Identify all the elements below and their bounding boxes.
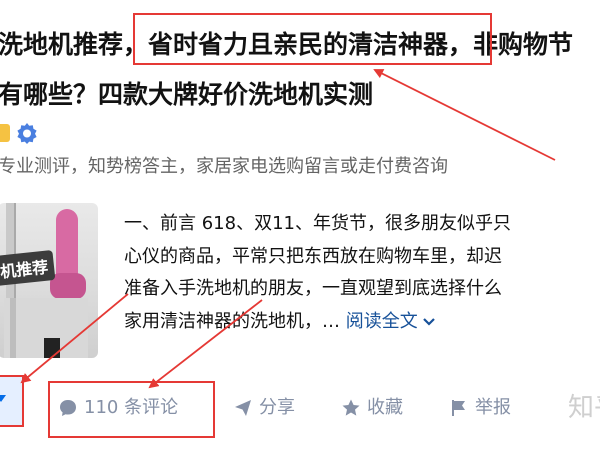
excerpt-line: 一、前言 618、双11、年货节，很多朋友似乎只 bbox=[124, 213, 511, 234]
thumbnail-device-dark bbox=[44, 338, 60, 358]
gear-badge-icon bbox=[17, 123, 37, 144]
comment-button[interactable]: 110 条评论 bbox=[58, 390, 178, 426]
comment-icon[interactable] bbox=[58, 398, 78, 418]
action-bar: 110 条评论 分享 收藏 举报 bbox=[0, 375, 600, 427]
favorite-button[interactable]: 收藏 bbox=[341, 390, 403, 426]
excerpt-line: 准备入手洗地机的朋友，一直观望到底选择什么 bbox=[124, 278, 502, 299]
upvote-arrow-icon[interactable] bbox=[0, 395, 6, 402]
article-thumbnail[interactable]: 机推荐 bbox=[0, 203, 98, 358]
favorite-label[interactable]: 收藏 bbox=[367, 397, 403, 418]
excerpt-line: 心仪的商品，平常只把东西放在购物车里，却迟 bbox=[124, 245, 502, 267]
thumbnail-figure bbox=[56, 209, 78, 281]
read-more-label[interactable]: 阅读全文 bbox=[346, 311, 418, 332]
report-button[interactable]: 举报 bbox=[449, 390, 511, 426]
thumbnail-device-pole bbox=[10, 298, 16, 358]
excerpt-line-last: 家用清洁神器的洗地机，… 阅读全文 bbox=[124, 306, 600, 339]
article-excerpt[interactable]: 一、前言 618、双11、年货节，很多朋友似乎只 心仪的商品，平常只把东西放在购… bbox=[124, 208, 600, 338]
thumbnail-figure-base bbox=[50, 273, 86, 299]
report-label[interactable]: 举报 bbox=[475, 397, 511, 418]
read-more-link[interactable]: 阅读全文 bbox=[346, 311, 436, 332]
star-icon[interactable] bbox=[341, 398, 361, 418]
comment-count-label[interactable]: 110 条评论 bbox=[84, 397, 178, 418]
title-line-2[interactable]: 有哪些？四款大牌好价洗地机实测 bbox=[0, 70, 600, 120]
zhihu-watermark: 知乎 bbox=[568, 393, 600, 423]
chevron-down-icon[interactable] bbox=[422, 317, 436, 327]
badge-icon bbox=[0, 124, 10, 142]
excerpt-line-text: 家用清洁神器的洗地机，… bbox=[124, 310, 346, 332]
article-title[interactable]: 洗地机推荐，省时省力且亲民的清洁神器，非购物节 有哪些？四款大牌好价洗地机实测 bbox=[0, 20, 600, 120]
thumbnail-device bbox=[4, 298, 88, 358]
share-icon[interactable] bbox=[233, 398, 253, 418]
title-line-1[interactable]: 洗地机推荐，省时省力且亲民的清洁神器，非购物节 bbox=[0, 20, 600, 70]
upvote-button[interactable] bbox=[0, 375, 24, 427]
thumbnail-caption: 机推荐 bbox=[0, 249, 56, 287]
share-label[interactable]: 分享 bbox=[259, 397, 295, 418]
share-button[interactable]: 分享 bbox=[233, 390, 295, 426]
flag-icon[interactable] bbox=[449, 398, 469, 418]
author-description: 专业测评，知势榜答主，家居家电选购留言或走付费咨询 bbox=[0, 156, 448, 177]
